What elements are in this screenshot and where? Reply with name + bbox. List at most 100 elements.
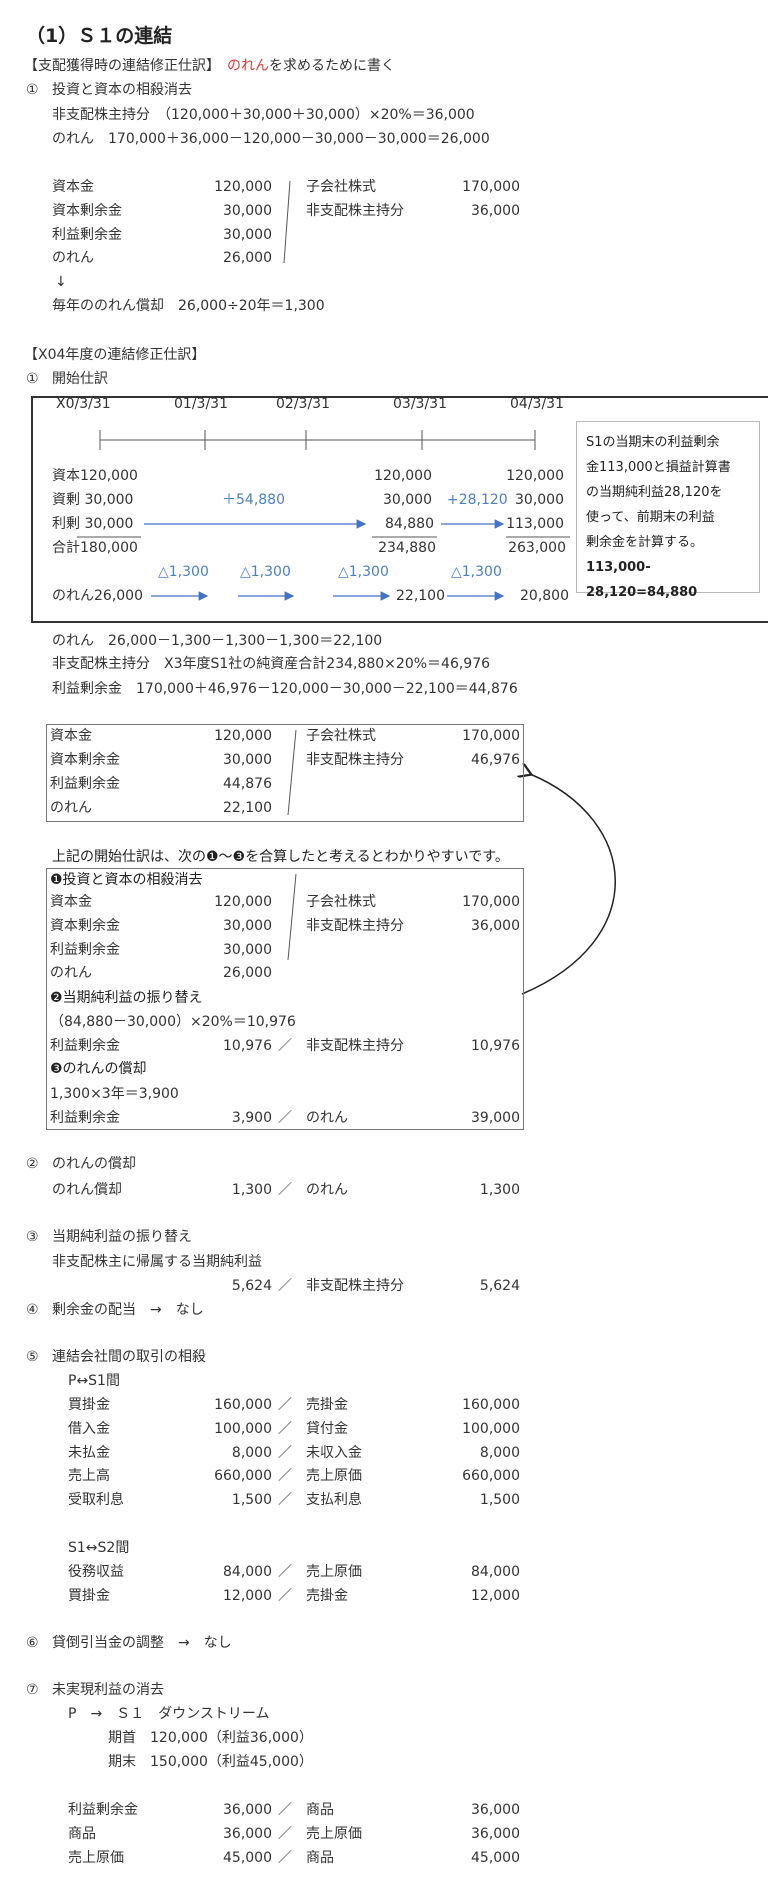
credit-amount: 46,976 [471,752,520,768]
step-number: ⑦ [26,1682,39,1698]
credit-amount: 10,976 [471,1038,520,1054]
breakdown-heading: ❸のれんの償却 [50,1061,147,1077]
step-number: ⑥ [26,1635,39,1651]
tl-value: 120,000 [506,468,564,484]
step-number: ⑤ [26,1349,39,1365]
credit-account: 子会社株式 [306,728,376,744]
credit-account: のれん [306,1182,348,1198]
journal-slash: ／ [278,1110,292,1126]
tl-total: 合計180,000 [52,540,138,556]
debit-account: 資本金 [50,894,92,910]
debit-amount: 1,300 [231,1182,272,1198]
debit-account: のれん償却 [52,1182,122,1198]
debit-amount: 5,624 [231,1278,272,1294]
tl-increase: +28,120 [447,492,508,508]
tl-value: 30,000 [515,492,564,508]
journal-slash: ／ [278,1182,292,1198]
journal-slash: ／ [278,1278,292,1294]
end-inventory: 期末 150,000（利益45,000） [108,1754,313,1770]
note-line: S1の当期末の利益剰余 [586,435,720,450]
tl-goodwill: 20,800 [520,588,569,604]
note-box: S1の当期末の利益剰余 金113,000と損益計算書 の当期純利益28,120を… [576,421,760,600]
debit-amount: 30,000 [223,942,272,958]
debit-amount: 30,000 [223,752,272,768]
debit-account: 利益剰余金 [50,1110,120,1126]
curved-arrow [522,774,616,995]
note-formula: 113,000-28,120=84,880 [586,560,698,600]
debit-amount: 30,000 [223,918,272,934]
tl-amort: △1,300 [158,564,209,580]
tl-goodwill: のれん26,000 [52,588,143,604]
step-label: 連結会社間の取引の相殺 [52,1349,206,1365]
debit-account: 資本剰余金 [50,752,120,768]
debit-account: 利益剰余金 [50,1038,120,1054]
debit-account: のれん [50,965,92,981]
note-line: の当期純利益28,120を [586,485,723,500]
tl-amort: △1,300 [240,564,291,580]
step-number: ④ [26,1302,39,1318]
tl-amort: △1,300 [451,564,502,580]
step-number: ③ [26,1229,39,1245]
debit-account: 利益剰余金 [50,942,120,958]
debit-amount: 3,900 [231,1110,272,1126]
debit-account: のれん [50,800,92,816]
step-label: 当期純利益の振り替え [52,1229,192,1245]
credit-account: のれん [306,1110,348,1126]
flow-label: P → Ｓ１ ダウンストリーム [68,1706,270,1722]
tl-value: 234,880 [378,540,436,556]
tl-value: 263,000 [508,540,566,556]
debit-amount: 44,876 [223,776,272,792]
credit-amount: 1,300 [479,1182,520,1198]
journal-slash: ／ [278,1038,292,1054]
credit-amount: 5,624 [479,1278,520,1294]
credit-amount: 36,000 [471,918,520,934]
note-line: 金113,000と損益計算書 [586,460,731,475]
note-line: 使って、前期末の利益 [586,510,715,525]
credit-account: 子会社株式 [306,894,376,910]
document-page: （1）Ｓ１の連結 【支配獲得時の連結修正仕訳】 のれんを求めるために書く ① 投… [0,0,768,1894]
credit-amount: 170,000 [462,894,520,910]
calc-re: 利益剰余金 170,000＋46,976－120,000－30,000－22,1… [52,681,518,697]
credit-amount: 170,000 [462,728,520,744]
step-number: ② [26,1156,39,1172]
tl-increase: ＋54,880 [222,492,285,508]
note-line: 剰余金を計算する。 [586,535,704,550]
credit-account: 非支配株主持分 [306,1278,404,1294]
credit-account: 非支配株主持分 [306,918,404,934]
flow-arrows [144,519,505,601]
debit-amount: 26,000 [223,965,272,981]
breakdown-heading: ❷当期純利益の振り替え [50,990,203,1006]
debit-account: 利益剰余金 [50,776,120,792]
step-label: 未実現利益の消去 [52,1682,164,1698]
tl-amort: △1,300 [338,564,389,580]
tl-value: 120,000 [374,468,432,484]
breakdown-calc: （84,880－30,000）×20%＝10,976 [50,1014,296,1030]
debit-amount: 120,000 [214,894,272,910]
debit-amount: 120,000 [214,728,272,744]
tl-value: 30,000 [383,492,432,508]
tl-re: 利剰 30,000 [52,516,134,532]
step-label: のれんの償却 [52,1156,136,1172]
debit-account: 資本剰余金 [50,918,120,934]
debit-account: 非支配株主に帰属する当期純利益 [52,1254,262,1270]
tl-goodwill: 22,100 [396,588,445,604]
credit-account: 非支配株主持分 [306,752,404,768]
calc-goodwill: のれん 26,000－1,300－1,300－1,300＝22,100 [52,633,383,649]
step-label: 貸倒引当金の調整 → なし [52,1635,232,1651]
group-label: S1↔S2間 [68,1540,130,1556]
calc-nci: 非支配株主持分 X3年度S1社の純資産合計234,880×20%＝46,976 [52,656,491,672]
step-label: 剰余金の配当 → なし [52,1302,204,1318]
tl-value: 84,880 [385,516,434,532]
breakdown-heading: ❶投資と資本の相殺消去 [50,872,203,888]
explanation: 上記の開始仕訳は、次の❶～❸を合算したと考えるとわかりやすいです。 [52,849,509,865]
debit-amount: 22,100 [223,800,272,816]
breakdown-calc: 1,300×3年＝3,900 [50,1086,179,1102]
timeline-axis [99,430,536,450]
begin-inventory: 期首 120,000（利益36,000） [108,1730,313,1746]
credit-amount: 39,000 [471,1110,520,1126]
credit-account: 非支配株主持分 [306,1038,404,1054]
tl-value: 113,000 [506,516,564,532]
tl-capital: 資本120,000 [52,468,138,484]
group-label: P↔S1間 [68,1373,120,1389]
debit-account: 資本金 [50,728,92,744]
